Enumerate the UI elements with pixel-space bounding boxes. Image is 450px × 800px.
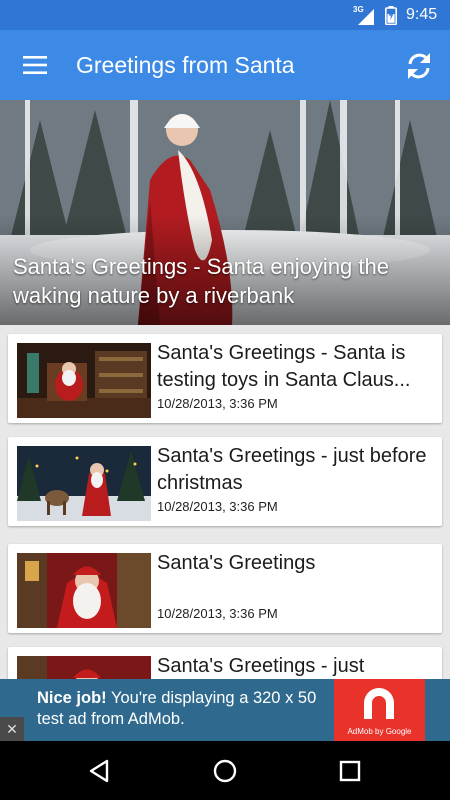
ad-headline: Nice job! [37, 689, 107, 707]
app-bar: Greetings from Santa [0, 30, 450, 100]
video-title: Santa's Greetings - just [157, 655, 365, 677]
status-bar: 3G 9:45 [0, 0, 450, 30]
video-title-text: Santa's Greetings - Santa is testing toy… [157, 342, 411, 391]
video-card[interactable]: Santa's Greetings - just [8, 647, 442, 679]
hamburger-menu-icon [23, 56, 47, 74]
ad-close-button[interactable]: ✕ [0, 717, 24, 741]
video-thumbnail [17, 656, 151, 679]
home-button[interactable] [210, 757, 240, 785]
admob-icon [364, 688, 394, 719]
video-thumbnail [17, 343, 151, 418]
video-card[interactable]: Santa's Greetings 10/28/2013, 3:36 PM [8, 544, 442, 633]
recents-icon [339, 760, 361, 782]
video-card[interactable]: Santa's Greetings - Santa is testing toy… [8, 334, 442, 423]
signal-icon [358, 9, 374, 25]
video-list: Santa's Greetings - Santa is testing toy… [0, 325, 450, 679]
video-date: 10/28/2013, 3:36 PM [157, 499, 278, 514]
video-date: 10/28/2013, 3:36 PM [157, 396, 278, 411]
refresh-button[interactable] [402, 49, 436, 83]
video-thumbnail [17, 553, 151, 628]
clock: 9:45 [406, 6, 438, 23]
featured-video[interactable]: Santa's Greetings - Santa enjoying the w… [0, 100, 450, 325]
battery-icon [385, 6, 397, 25]
admob-logo: AdMob by Google [334, 679, 425, 741]
home-icon [213, 759, 237, 783]
video-date: 10/28/2013, 3:36 PM [157, 606, 278, 621]
video-title: Santa's Greetings - just before christma… [157, 445, 427, 494]
navigation-bar [0, 741, 450, 800]
back-button[interactable] [85, 757, 115, 785]
admob-caption: AdMob by Google [347, 727, 412, 736]
featured-video-title: Santa's Greetings - Santa enjoying the w… [13, 254, 389, 308]
video-thumbnail [17, 446, 151, 521]
menu-button[interactable] [20, 52, 50, 78]
video-card[interactable]: Santa's Greetings - just before christma… [8, 437, 442, 526]
ad-banner[interactable]: Nice job! You're displaying a 320 x 50 t… [0, 679, 450, 741]
ad-text: Nice job! You're displaying a 320 x 50 t… [37, 688, 332, 730]
close-icon: ✕ [6, 721, 18, 737]
video-title: Santa's Greetings [157, 552, 316, 574]
refresh-icon [408, 53, 430, 79]
recents-button[interactable] [335, 757, 365, 785]
app-title: Greetings from Santa [76, 52, 295, 78]
video-title: Santa's Greetings - Santa is testing toy… [157, 340, 437, 394]
back-icon [89, 759, 109, 783]
